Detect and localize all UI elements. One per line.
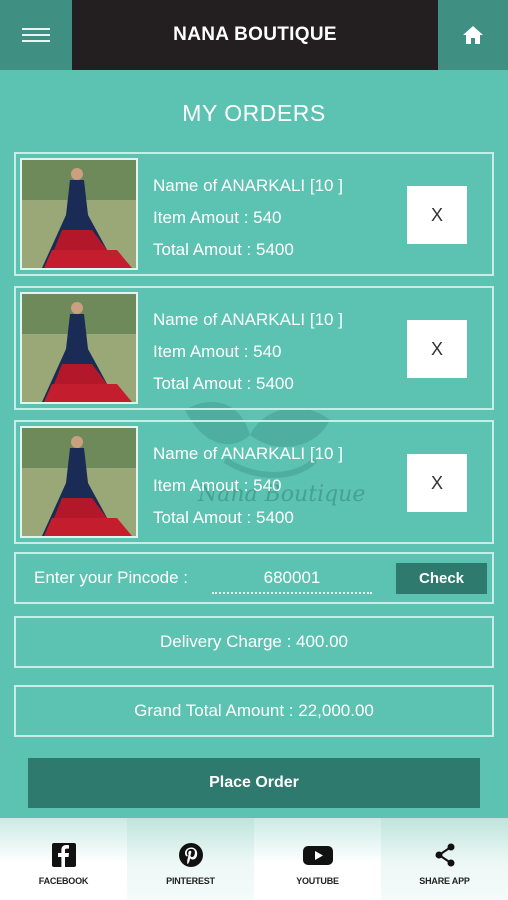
product-name: Name of ANARKALI [10 ] [153, 310, 343, 329]
grand-total: Grand Total Amount : 22,000.00 [14, 685, 494, 737]
nav-share-app[interactable]: SHARE APP [381, 818, 508, 900]
remove-order-button[interactable]: X [407, 320, 467, 378]
nav-pinterest-label: PINTEREST [166, 876, 215, 886]
check-pincode-button[interactable]: Check [396, 563, 487, 594]
total-amount: Total Amout : 5400 [153, 374, 294, 393]
place-order-button[interactable]: Place Order [28, 758, 480, 808]
item-amount: Item Amout : 540 [153, 342, 282, 361]
nav-youtube[interactable]: YOUTUBE [254, 818, 381, 900]
pincode-row: Enter your Pincode : Check [14, 552, 494, 604]
product-image [20, 292, 138, 404]
top-bar: NANA BOUTIQUE [0, 0, 508, 70]
nav-facebook-label: FACEBOOK [38, 876, 89, 886]
order-item: Name of ANARKALI [10 ] Item Amout : 540 … [14, 152, 494, 276]
product-name: Name of ANARKALI [10 ] [153, 176, 343, 195]
pincode-input[interactable] [212, 564, 372, 594]
total-amount: Total Amout : 5400 [153, 240, 294, 259]
home-icon [463, 26, 483, 44]
nav-pinterest[interactable]: PINTEREST [127, 818, 254, 900]
remove-order-button[interactable]: X [407, 454, 467, 512]
product-image [20, 426, 138, 538]
pincode-label: Enter your Pincode : [34, 568, 189, 587]
menu-button[interactable] [0, 0, 72, 70]
pinterest-icon [178, 843, 203, 867]
order-details: Name of ANARKALI [10 ] Item Amout : 540 … [153, 438, 343, 534]
order-details: Name of ANARKALI [10 ] Item Amout : 540 … [153, 304, 343, 400]
remove-order-button[interactable]: X [407, 186, 467, 244]
delivery-charge: Delivery Charge : 400.00 [14, 616, 494, 668]
product-name: Name of ANARKALI [10 ] [153, 444, 343, 463]
nav-facebook[interactable]: FACEBOOK [0, 818, 127, 900]
item-amount: Item Amout : 540 [153, 208, 282, 227]
page-title: MY ORDERS [182, 100, 326, 126]
app-title: NANA BOUTIQUE [72, 0, 438, 70]
nav-youtube-label: YOUTUBE [296, 876, 339, 886]
youtube-icon [302, 846, 333, 865]
order-details: Name of ANARKALI [10 ] Item Amout : 540 … [153, 170, 343, 266]
share-icon [435, 843, 454, 867]
bottom-nav: FACEBOOK PINTEREST YOUTUBE SHARE APP [0, 818, 508, 900]
nav-share-app-label: SHARE APP [419, 876, 470, 886]
product-image [20, 158, 138, 270]
facebook-icon [51, 843, 76, 867]
total-amount: Total Amout : 5400 [153, 508, 294, 527]
item-amount: Item Amout : 540 [153, 476, 282, 495]
order-item: Name of ANARKALI [10 ] Item Amout : 540 … [14, 420, 494, 544]
home-button[interactable] [438, 0, 508, 70]
order-item: Name of ANARKALI [10 ] Item Amout : 540 … [14, 286, 494, 410]
hamburger-menu-icon [22, 28, 50, 42]
